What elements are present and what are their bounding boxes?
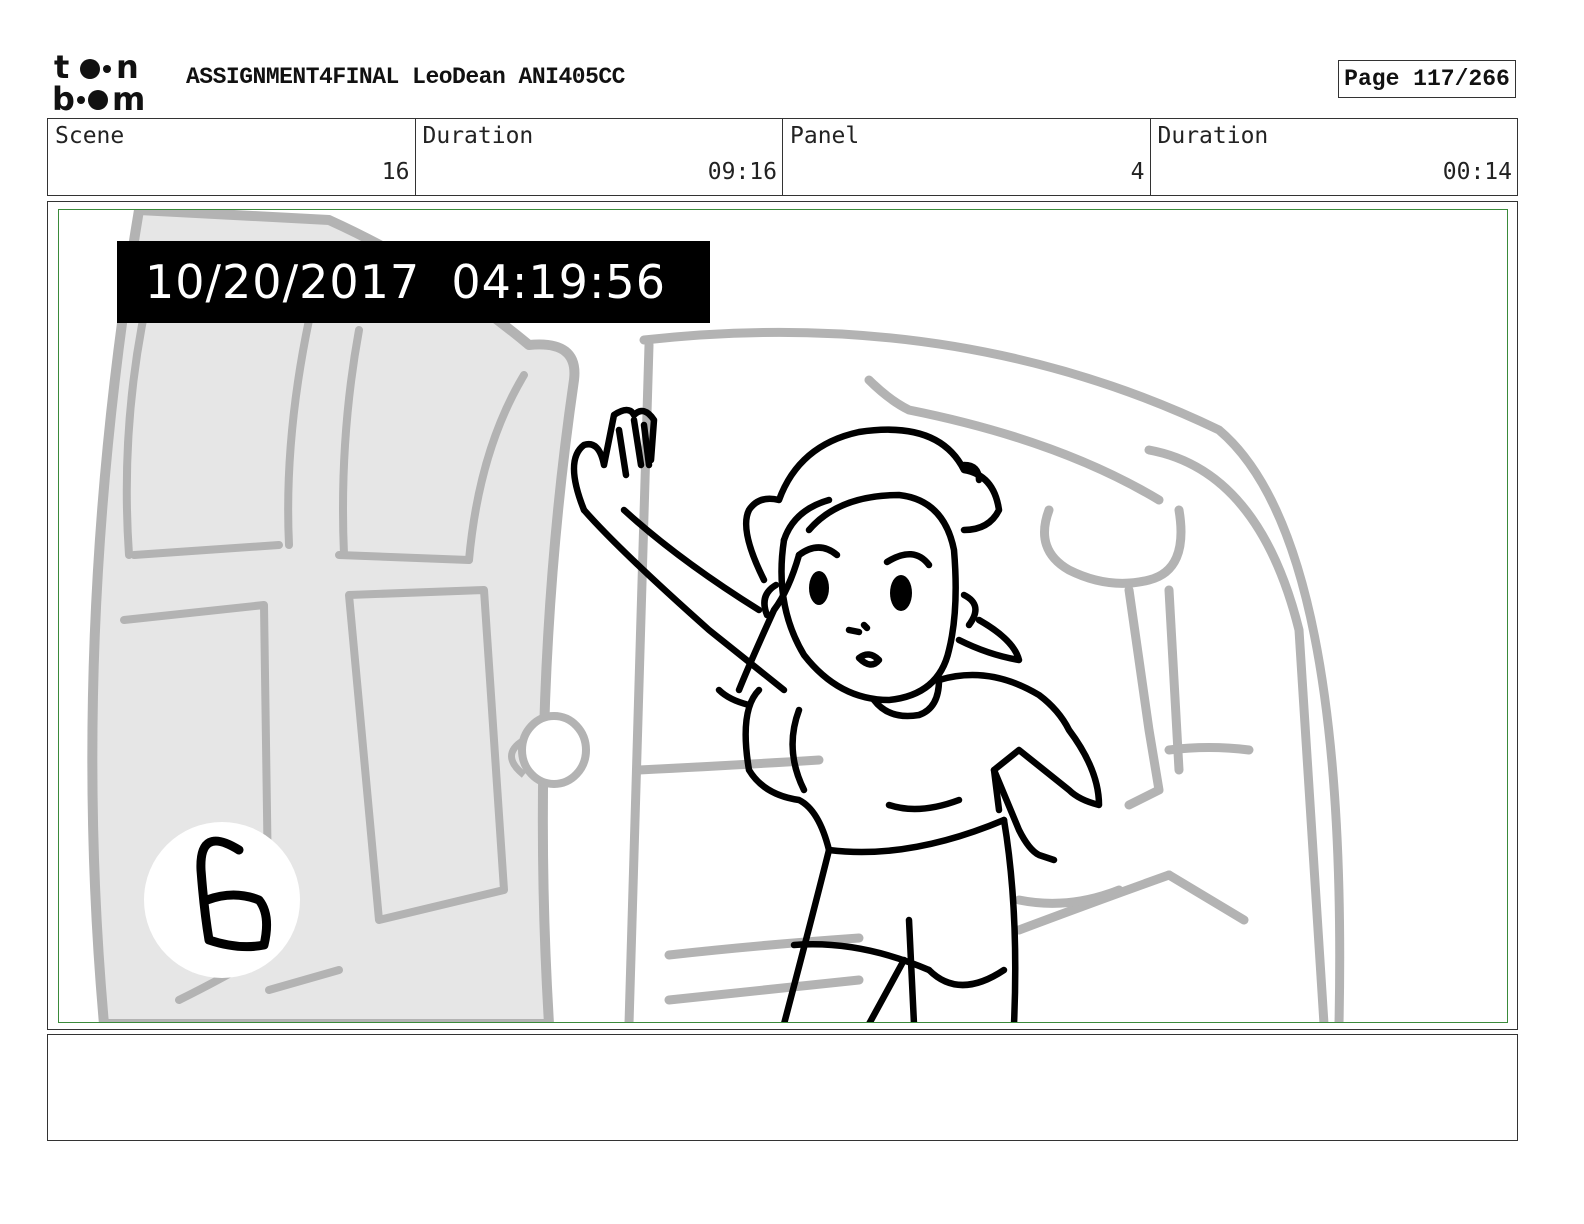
panel-duration-value: 00:14 bbox=[1442, 159, 1512, 185]
panel-info-row: Scene 16 Duration 09:16 Panel 4 Duration… bbox=[47, 118, 1518, 196]
timestamp-overlay: 10/20/2017 04:19:56 bbox=[117, 241, 710, 323]
scene-value: 16 bbox=[381, 159, 410, 185]
scene-label: Scene bbox=[55, 123, 125, 149]
page-indicator: Page 117/266 bbox=[1338, 60, 1516, 98]
scene-duration-cell: Duration 09:16 bbox=[416, 119, 783, 195]
panel-cell: Panel 4 bbox=[783, 119, 1151, 195]
panel-notes-box[interactable] bbox=[47, 1034, 1518, 1141]
scene-duration-value: 09:16 bbox=[707, 159, 777, 185]
toon-boom-logo: t n b m bbox=[52, 50, 145, 114]
panel-duration-label: Duration bbox=[1157, 123, 1269, 149]
document-title: ASSIGNMENT4FINAL LeoDean ANI405CC bbox=[186, 64, 625, 90]
panel-label: Panel bbox=[790, 123, 860, 149]
scene-cell: Scene 16 bbox=[48, 119, 416, 195]
panel-value: 4 bbox=[1130, 159, 1145, 185]
panel-duration-cell: Duration 00:14 bbox=[1151, 119, 1518, 195]
scene-duration-label: Duration bbox=[422, 123, 534, 149]
svg-text:b: b bbox=[52, 80, 75, 114]
panel-badge-number: 6 bbox=[198, 835, 278, 955]
svg-text:m: m bbox=[112, 80, 145, 114]
